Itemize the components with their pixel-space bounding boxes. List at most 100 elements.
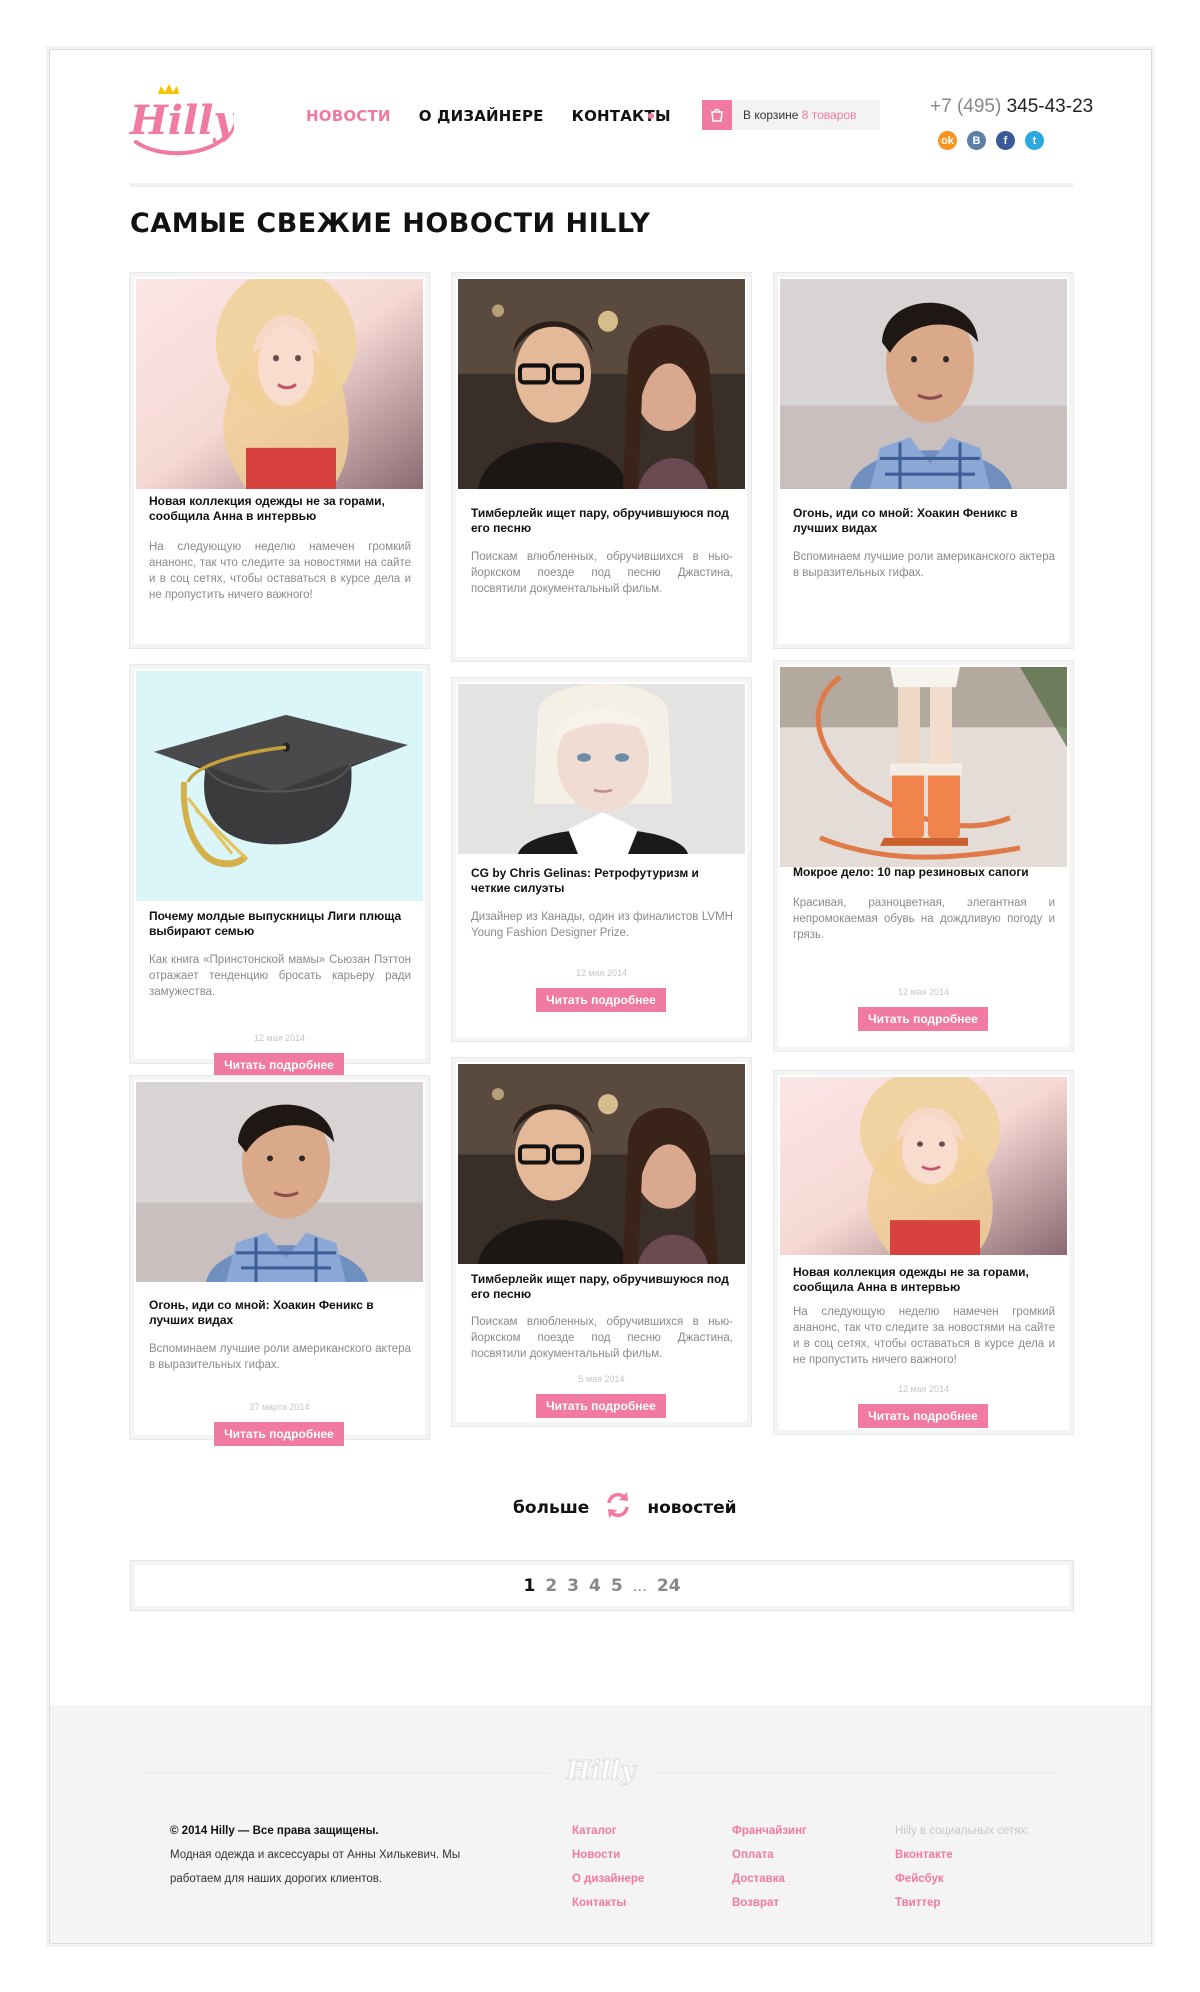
news-card-excerpt: Дизайнер из Канады, один из финалистов L… xyxy=(471,911,733,939)
footer: Hilly © 2014 Hilly — Все права защищены.… xyxy=(50,1705,1151,1943)
news-card-excerpt: На следующую неделю намечен громкий анан… xyxy=(793,1306,1055,1366)
news-card-title[interactable]: Тимберлейк ищет пару, обручившуюся под е… xyxy=(471,1272,733,1302)
news-card-image[interactable] xyxy=(458,684,745,854)
nav-item-news[interactable]: НОВОСТИ xyxy=(306,107,391,125)
footer-link[interactable]: Новости xyxy=(572,1843,644,1867)
news-card[interactable]: Мокрое дело: 10 пар резиновых сапоги Кра… xyxy=(773,660,1074,1052)
read-more-button[interactable]: Читать подробнее xyxy=(214,1422,344,1446)
news-card-excerpt: Как книга «Принстонской мамы» Сьюзан Пэт… xyxy=(149,954,411,998)
news-card[interactable]: Новая коллекция одежды не за горами, соо… xyxy=(773,1070,1074,1435)
page-link[interactable]: 5 xyxy=(611,1576,623,1596)
news-card-date: 12 мая 2014 xyxy=(575,968,628,978)
news-card-excerpt: Вспоминаем лучшие роли американского акт… xyxy=(793,551,1055,579)
footer-link[interactable]: Франчайзинг xyxy=(732,1819,807,1843)
header-socials: ok Bf t xyxy=(938,131,1044,150)
pagination: 1 2 3 4 5... 24 xyxy=(130,1560,1074,1611)
news-card-title[interactable]: Огонь, иди со мной: Хоакин Феникс в лучш… xyxy=(149,1298,411,1328)
page-link-last[interactable]: 24 xyxy=(657,1576,681,1596)
nav-separator-dot xyxy=(648,113,654,119)
odnoklassniki-icon[interactable]: ok xyxy=(938,131,957,150)
cart-count: 8 товаров xyxy=(801,108,857,122)
news-card[interactable]: Огонь, иди со мной: Хоакин Феникс в лучш… xyxy=(129,1075,430,1446)
read-more-button[interactable]: Читать подробнее xyxy=(536,1394,666,1418)
news-card-excerpt: На следующую неделю намечен громкий анан… xyxy=(149,541,411,601)
news-card-title[interactable]: Почему молдые выпускницы Лиги плюща выби… xyxy=(149,909,411,939)
news-card-excerpt: Поискам влюбленных, обручившихся в нью-й… xyxy=(471,1316,733,1360)
read-more-button[interactable]: Читать подробнее xyxy=(858,1007,988,1031)
news-card-title[interactable]: Новая коллекция одежды не за горами, соо… xyxy=(149,494,411,524)
vkontakte-icon[interactable]: B xyxy=(967,131,986,150)
page-link[interactable]: 1 xyxy=(523,1576,535,1596)
news-card[interactable]: Огонь, иди со мной: Хоакин Феникс в лучш… xyxy=(773,272,1074,721)
news-card-image[interactable] xyxy=(136,1082,423,1282)
page-link[interactable]: 4 xyxy=(589,1576,601,1596)
cart-summary: В корзине 8 товаров xyxy=(743,108,856,122)
footer-link[interactable]: Контакты xyxy=(572,1891,644,1915)
cart-button[interactable]: В корзине 8 товаров xyxy=(702,100,880,130)
footer-social-col: Hilly в социальных сетях: Вконтакте Фейсб… xyxy=(895,1819,1029,1915)
footer-social-link[interactable]: Фейсбук xyxy=(895,1867,1029,1891)
news-card-title[interactable]: Тимберлейк ищет пару, обручившуюся под е… xyxy=(471,506,733,536)
news-card-title[interactable]: Мокрое дело: 10 пар резиновых сапоги xyxy=(793,865,1055,880)
news-card-title[interactable]: Огонь, иди со мной: Хоакин Феникс в лучш… xyxy=(793,506,1055,536)
footer-link[interactable]: Оплата xyxy=(732,1843,807,1867)
footer-links-col-1: Каталог Новости О дизайнере Контакты xyxy=(572,1819,644,1915)
news-card-title[interactable]: CG by Chris Gelinas: Ретрофутуризм и чет… xyxy=(471,866,733,896)
page-frame: Hilly НОВОСТИ О ДИЗАЙНЕРЕ КОНТАКТЫ В кор… xyxy=(49,49,1152,1944)
footer-social-link[interactable]: Твиттер xyxy=(895,1891,1029,1915)
pagination-ellipsis: ... xyxy=(632,1575,647,1595)
read-more-button[interactable]: Читать подробнее xyxy=(214,1053,344,1077)
news-card-title[interactable]: Новая коллекция одежды не за горами, соо… xyxy=(793,1265,1055,1295)
footer-logo-wordmark: Hilly xyxy=(565,1756,637,1786)
news-card[interactable]: Почему молдые выпускницы Лиги плюща выби… xyxy=(129,664,430,1077)
footer-link[interactable]: Возврат xyxy=(732,1891,807,1915)
cart-label: В корзине xyxy=(743,108,799,122)
news-card-excerpt: Красивая, разноцветная, элегантная и неп… xyxy=(793,897,1055,941)
nav-item-contacts[interactable]: КОНТАКТЫ xyxy=(572,107,671,125)
more-news-label-left: больше xyxy=(513,1497,590,1518)
refresh-icon xyxy=(603,1490,633,1525)
news-card-image[interactable] xyxy=(136,671,423,901)
more-news-button[interactable]: больше новостей xyxy=(513,1490,737,1525)
news-card[interactable]: Тимберлейк ищет пару, обручившуюся под е… xyxy=(451,272,752,735)
news-card-image[interactable] xyxy=(136,279,423,489)
news-card-date: 12 мая 2014 xyxy=(253,1033,306,1043)
news-card-image[interactable] xyxy=(458,279,745,489)
news-card-date: 12 мая 2014 xyxy=(897,1384,950,1394)
footer-links-col-2: Франчайзинг Оплата Доставка Возврат xyxy=(732,1819,807,1915)
news-card-image[interactable] xyxy=(780,279,1067,489)
phone-number: +7 (495) 345-43-23 xyxy=(930,96,1093,118)
more-news-label-right: новостей xyxy=(647,1497,737,1518)
news-card[interactable]: Новая коллекция одежды не за горами, соо… xyxy=(129,272,430,723)
news-card-date: 12 мая 2014 xyxy=(897,987,950,997)
footer-copyright: © 2014 Hilly — Все права защищены. xyxy=(170,1825,379,1837)
footer-social-link[interactable]: Вконтакте xyxy=(895,1843,1029,1867)
news-card-image[interactable] xyxy=(458,1064,745,1264)
page-link[interactable]: 3 xyxy=(567,1576,579,1596)
news-card[interactable]: Тимберлейк ищет пару, обручившуюся под е… xyxy=(451,1057,752,1427)
news-card-excerpt: Вспоминаем лучшие роли американского акт… xyxy=(149,1343,411,1371)
footer-link[interactable]: Каталог xyxy=(572,1819,644,1843)
footer-link[interactable]: Доставка xyxy=(732,1867,807,1891)
news-card-image[interactable] xyxy=(780,667,1067,867)
page-link[interactable]: 2 xyxy=(545,1576,557,1596)
main-nav: НОВОСТИ О ДИЗАЙНЕРЕ КОНТАКТЫ xyxy=(306,107,671,125)
facebook-icon[interactable]: f xyxy=(996,131,1015,150)
shopping-bag-icon xyxy=(702,100,732,130)
twitter-icon[interactable]: t xyxy=(1025,131,1044,150)
read-more-button[interactable]: Читать подробнее xyxy=(536,988,666,1012)
phone-main: 345-43-23 xyxy=(1006,96,1094,117)
news-card-excerpt: Поискам влюбленных, обручившихся в нью-й… xyxy=(471,551,733,595)
read-more-button[interactable]: Читать подробнее xyxy=(858,1404,988,1428)
nav-item-about-designer[interactable]: О ДИЗАЙНЕРЕ xyxy=(419,107,544,125)
hilly-logo[interactable]: Hilly xyxy=(128,82,239,160)
footer-link[interactable]: О дизайнере xyxy=(572,1867,644,1891)
news-card-image[interactable] xyxy=(780,1077,1067,1255)
news-card-date: 27 марта 2014 xyxy=(249,1402,310,1412)
header-divider xyxy=(130,183,1073,187)
footer-logo: Hilly xyxy=(50,1751,1151,1791)
news-card[interactable]: CG by Chris Gelinas: Ретрофутуризм и чет… xyxy=(451,677,752,1042)
footer-about-text: Модная одежда и аксессуары от Анны Хильк… xyxy=(170,1849,461,1885)
phone-code: +7 (495) xyxy=(930,96,1002,117)
news-card-date: 5 мая 2014 xyxy=(578,1374,625,1384)
